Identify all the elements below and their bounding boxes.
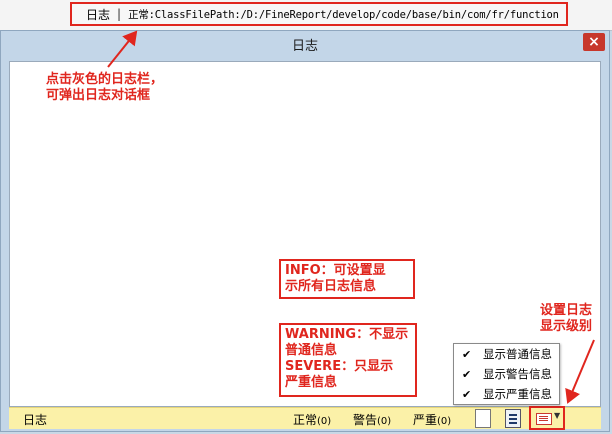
arrow-to-log-bar: [107, 30, 138, 68]
arrow-to-level-button: [565, 339, 595, 404]
annotation-arrows: [107, 30, 595, 404]
